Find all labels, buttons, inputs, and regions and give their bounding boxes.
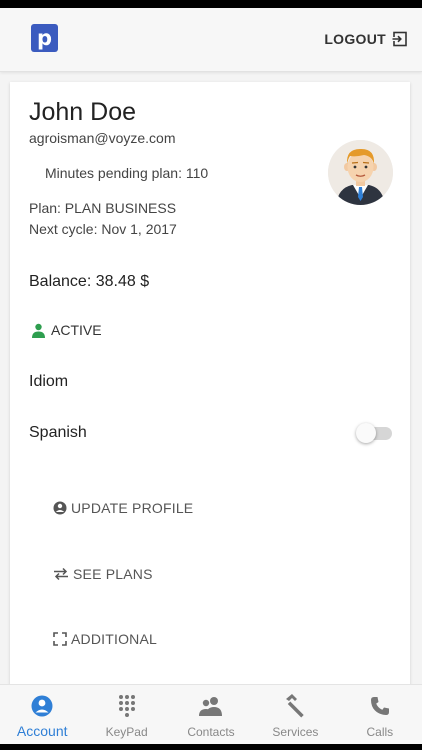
user-email: agroisman@voyze.com [29, 130, 176, 146]
minutes-pending: Minutes pending plan: 110 [45, 165, 209, 181]
account-circle-icon [53, 501, 67, 515]
contacts-icon [199, 697, 223, 716]
plan-name: Plan: PLAN BUSINESS [29, 200, 177, 216]
tab-account-label: Account [16, 723, 68, 739]
tab-contacts-label: Contacts [187, 725, 235, 739]
next-cycle: Next cycle: Nov 1, 2017 [29, 221, 177, 237]
see-plans-label: SEE PLANS [73, 566, 153, 582]
app-screen: p LOGOUT John Doe agroisman@voyze.com Mi… [0, 8, 422, 744]
bottom-tab-bar: Account KeyPad Contacts Services Calls [0, 684, 422, 744]
tab-calls[interactable]: Calls [338, 685, 422, 744]
language-toggle[interactable] [356, 423, 392, 443]
tab-keypad[interactable]: KeyPad [84, 685, 168, 744]
logout-icon [392, 31, 407, 47]
logout-label: LOGOUT [324, 31, 386, 47]
keypad-icon [118, 695, 135, 717]
see-plans-button[interactable]: SEE PLANS [53, 566, 153, 582]
logout-button[interactable]: LOGOUT [324, 28, 408, 50]
status-badge: ACTIVE [31, 322, 102, 338]
balance: Balance: 38.48 $ [29, 273, 150, 290]
tab-calls-label: Calls [366, 725, 394, 739]
status-label: ACTIVE [51, 322, 102, 338]
tab-services[interactable]: Services [253, 685, 337, 744]
tab-account[interactable]: Account [0, 685, 84, 744]
account-icon [31, 695, 53, 717]
fullscreen-icon [53, 632, 67, 646]
idiom-label: Idiom [29, 373, 69, 390]
avatar [328, 140, 393, 205]
hammer-icon [286, 694, 305, 718]
top-bar: p LOGOUT [0, 8, 422, 72]
user-name: John Doe [29, 98, 137, 126]
update-profile-button[interactable]: UPDATE PROFILE [53, 500, 193, 516]
toggle-knob [356, 423, 376, 443]
phone-icon [370, 697, 389, 715]
person-icon [32, 323, 45, 338]
profile-card: John Doe agroisman@voyze.com Minutes pen… [10, 82, 410, 692]
additional-label: ADDITIONAL [71, 631, 158, 647]
update-profile-label: UPDATE PROFILE [71, 500, 194, 516]
tab-services-label: Services [272, 725, 319, 739]
additional-button[interactable]: ADDITIONAL [53, 631, 157, 647]
language-label: Spanish [29, 424, 87, 441]
tab-keypad-label: KeyPad [105, 725, 148, 739]
swap-arrows-icon [54, 567, 68, 581]
app-logo: p [31, 24, 58, 52]
tab-contacts[interactable]: Contacts [169, 685, 253, 744]
